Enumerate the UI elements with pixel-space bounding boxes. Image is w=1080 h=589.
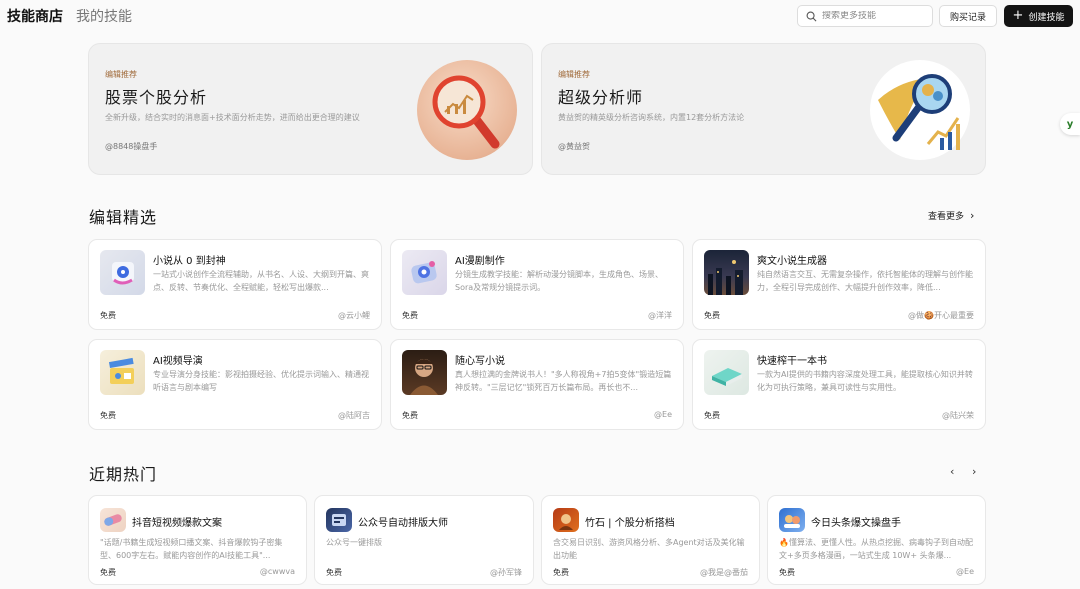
skill-author: @云小鲤 <box>338 311 370 320</box>
capsule-icon <box>100 508 126 532</box>
skill-price: 免费 <box>704 411 720 420</box>
skill-name: 公众号自动排版大师 <box>358 518 448 529</box>
skill-name: 抖音短视频爆款文案 <box>132 518 222 529</box>
skill-desc: 真人想拉满的金牌说书人！"多人称视角+7拍5变体"锻造短篇神反转。"三层记忆"锁… <box>455 370 672 392</box>
tab-skill-store[interactable]: 技能商店 <box>7 8 63 26</box>
search-input[interactable] <box>822 11 922 21</box>
create-skill-label: 创建技能 <box>1028 12 1065 23</box>
novel-3d-icon <box>100 250 145 295</box>
banner-tag: 编辑推荐 <box>105 70 137 79</box>
skill-card[interactable]: 公众号自动排版大师 公众号一键排版 免费 @孙军锋 <box>314 495 534 585</box>
skill-price: 免费 <box>779 568 795 577</box>
skill-card[interactable]: 随心写小说 真人想拉满的金牌说书人！"多人称视角+7拍5变体"锻造短篇神反转。"… <box>390 339 684 430</box>
skill-card[interactable]: 抖音短视频爆款文案 "话题/书籍生成短视频口播文案、抖音爆款钩子密集型、600字… <box>88 495 307 585</box>
skill-author: @Ee <box>654 410 672 419</box>
skill-desc: 公众号一键排版 <box>326 538 382 547</box>
skill-card[interactable]: 今日头条爆文操盘手 🔥懂算法、更懂人性。从热点挖掘、病毒钩子到自动配文+多页多格… <box>767 495 986 585</box>
skill-desc: 分镜生成教学技能：解析动漫分镜脚本，生成角色、场景、Sora及常规分镜提示词。 <box>455 270 663 292</box>
skill-card[interactable]: AI视频导演 专业导演分身技能：影视拍摄经验、优化提示词输入、精通视听语言与剧本… <box>88 339 382 430</box>
skill-price: 免费 <box>100 568 116 577</box>
search-box[interactable] <box>797 5 933 27</box>
skill-card[interactable]: 快速榨干一本书 一款为AI提供的书籍内容深度处理工具，能提取核心知识并转化为可执… <box>692 339 986 430</box>
purchase-history-button[interactable]: 购买记录 <box>939 5 997 27</box>
side-assistant-badge[interactable]: y <box>1060 113 1080 135</box>
search-icon <box>806 11 817 21</box>
magnifier-chart-icon <box>417 60 517 160</box>
skill-name: AI漫剧制作 <box>455 256 505 267</box>
see-more-label: 查看更多 <box>928 212 965 222</box>
section-title-trending: 近期热门 <box>89 465 158 484</box>
skill-card[interactable]: 竹石 | 个股分析搭档 含交易日识别、游资风格分析、多Agent对话及美化输出功… <box>541 495 760 585</box>
skill-name: 快速榨干一本书 <box>757 356 827 367</box>
create-skill-button[interactable]: + 创建技能 <box>1004 5 1073 27</box>
skill-card[interactable]: 爽文小说生成器 纯自然语言交互、无需复杂操作，依托智能体的理解与创作能力，全程引… <box>692 239 986 330</box>
skill-name: AI视频导演 <box>153 356 203 367</box>
skill-card[interactable]: AI漫剧制作 分镜生成教学技能：解析动漫分镜脚本，生成角色、场景、Sora及常规… <box>390 239 684 330</box>
skill-card[interactable]: 小说从 0 到封神 一站式小说创作全流程辅助，从书名、人设、大纲到开篇、爽点、反… <box>88 239 382 330</box>
skill-price: 免费 <box>402 411 418 420</box>
section-title-featured: 编辑精选 <box>89 208 158 227</box>
skill-price: 免费 <box>100 411 116 420</box>
skill-author: @Ee <box>956 567 974 576</box>
skill-price: 免费 <box>100 311 116 320</box>
prev-arrow-icon[interactable]: ‹ <box>950 465 954 478</box>
skill-desc: 🔥懂算法、更懂人性。从热点挖掘、病毒钩子到自动配文+多页多格漫画，一站式生成 1… <box>779 538 973 560</box>
skill-price: 免费 <box>326 568 342 577</box>
skill-desc: 含交易日识别、游资风格分析、多Agent对话及美化输出功能 <box>553 538 745 560</box>
bamboo-stone-icon <box>553 508 579 532</box>
see-more-link[interactable]: 查看更多 › <box>928 209 974 222</box>
skill-author: @陆兴荣 <box>942 411 974 420</box>
toutiao-icon <box>779 508 805 532</box>
skill-author: @洋洋 <box>648 311 672 320</box>
banner-tag: 编辑推荐 <box>558 70 590 79</box>
tab-my-skills[interactable]: 我的技能 <box>76 8 132 26</box>
banner-card[interactable]: 编辑推荐 股票个股分析 全新升级，结合实时的消息面+技术面分析走势，进而给出更合… <box>88 43 533 175</box>
skill-name: 小说从 0 到封神 <box>153 256 226 267</box>
skill-price: 免费 <box>553 568 569 577</box>
banner-author: @8848操盘手 <box>105 142 158 151</box>
skill-desc: 专业导演分身技能：影视拍摄经验、优化提示词输入、精通视听语言与剧本编写 <box>153 370 369 392</box>
skill-price: 免费 <box>402 311 418 320</box>
chevron-right-icon: › <box>970 209 975 222</box>
banner-title: 超级分析师 <box>558 88 644 107</box>
skill-name: 竹石 | 个股分析搭档 <box>585 518 675 529</box>
comic-3d-icon <box>402 250 447 295</box>
city-night-icon <box>704 250 749 295</box>
skill-author: @我是@番茄 <box>700 568 748 577</box>
skill-desc: 一站式小说创作全流程辅助，从书名、人设、大纲到开篇、爽点、反转、节奏优化、全程赋… <box>153 270 369 292</box>
banner-author: @黄益贺 <box>558 142 590 151</box>
skill-name: 随心写小说 <box>455 356 505 367</box>
skill-name: 今日头条爆文操盘手 <box>811 518 901 529</box>
skill-desc: "话题/书籍生成短视频口播文案、抖音爆款钩子密集型、600字左右。赋能内容创作的… <box>100 538 283 560</box>
wechat-layout-icon <box>326 508 352 532</box>
clapperboard-icon <box>100 350 145 395</box>
skill-author: @cwwva <box>259 567 295 576</box>
banner-desc: 黄益贺的精英级分析咨询系统，内置12套分析方法论 <box>558 113 745 122</box>
skill-author: @做🍪开心最重要 <box>908 311 974 320</box>
skill-author: @陆阿吉 <box>338 411 370 420</box>
top-bar: 技能商店 我的技能 购买记录 + 创建技能 <box>0 0 1080 34</box>
skill-price: 免费 <box>704 311 720 320</box>
banner-card[interactable]: 编辑推荐 超级分析师 黄益贺的精英级分析咨询系统，内置12套分析方法论 @黄益贺 <box>541 43 986 175</box>
skill-desc: 一款为AI提供的书籍内容深度处理工具，能提取核心知识并转化为可执行策略，兼具可读… <box>757 370 973 392</box>
next-arrow-icon[interactable]: › <box>972 465 976 478</box>
banner-desc: 全新升级，结合实时的消息面+技术面分析走势，进而给出更合理的建议 <box>105 113 360 122</box>
skill-author: @孙军锋 <box>490 568 522 577</box>
banner-title: 股票个股分析 <box>105 88 208 107</box>
storyteller-avatar-icon <box>402 350 447 395</box>
purchase-history-label: 购买记录 <box>949 12 986 23</box>
skill-desc: 纯自然语言交互、无需复杂操作，依托智能体的理解与创作能力，全程引导完成创作、大幅… <box>757 270 973 292</box>
skill-name: 爽文小说生成器 <box>757 256 827 267</box>
book-3d-icon <box>704 350 749 395</box>
brain-magnifier-icon <box>870 60 970 160</box>
plus-icon: + <box>1012 8 1024 23</box>
